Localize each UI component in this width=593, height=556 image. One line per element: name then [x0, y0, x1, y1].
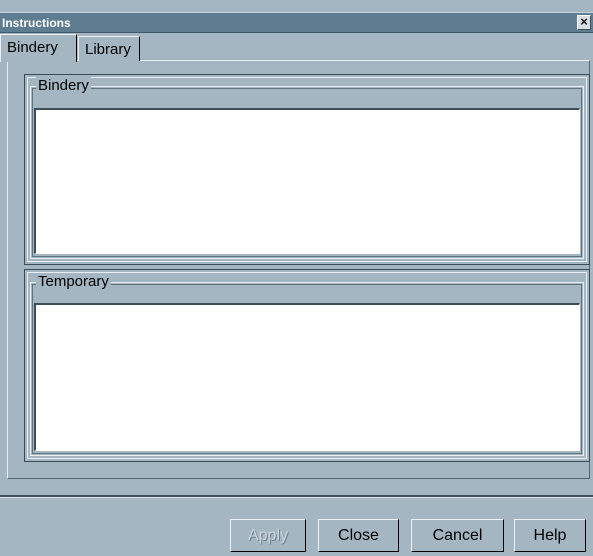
temporary-instructions-field[interactable] [34, 303, 580, 451]
instructions-dialog: Instructions × Bindery Library Bindery T… [0, 0, 593, 556]
tab-library[interactable]: Library [78, 36, 140, 61]
tab-bindery[interactable]: Bindery [0, 34, 77, 62]
temporary-group-label: Temporary [36, 273, 111, 291]
button-separator-highlight [0, 497, 593, 498]
title-bar: Instructions × [0, 12, 593, 33]
cancel-button[interactable]: Cancel [411, 519, 504, 552]
bindery-frame: Bindery [24, 74, 590, 265]
bindery-instructions-field[interactable] [34, 108, 580, 254]
temporary-frame: Temporary [24, 269, 590, 462]
apply-button[interactable]: Apply [230, 519, 306, 552]
close-window-icon[interactable]: × [577, 15, 591, 30]
tab-bar: Bindery Library [0, 34, 593, 62]
help-button[interactable]: Help [514, 519, 586, 552]
bindery-group-label: Bindery [36, 77, 91, 95]
close-button[interactable]: Close [318, 519, 399, 552]
bindery-tab-panel: Bindery Temporary [7, 60, 590, 479]
window-title: Instructions [2, 16, 71, 30]
